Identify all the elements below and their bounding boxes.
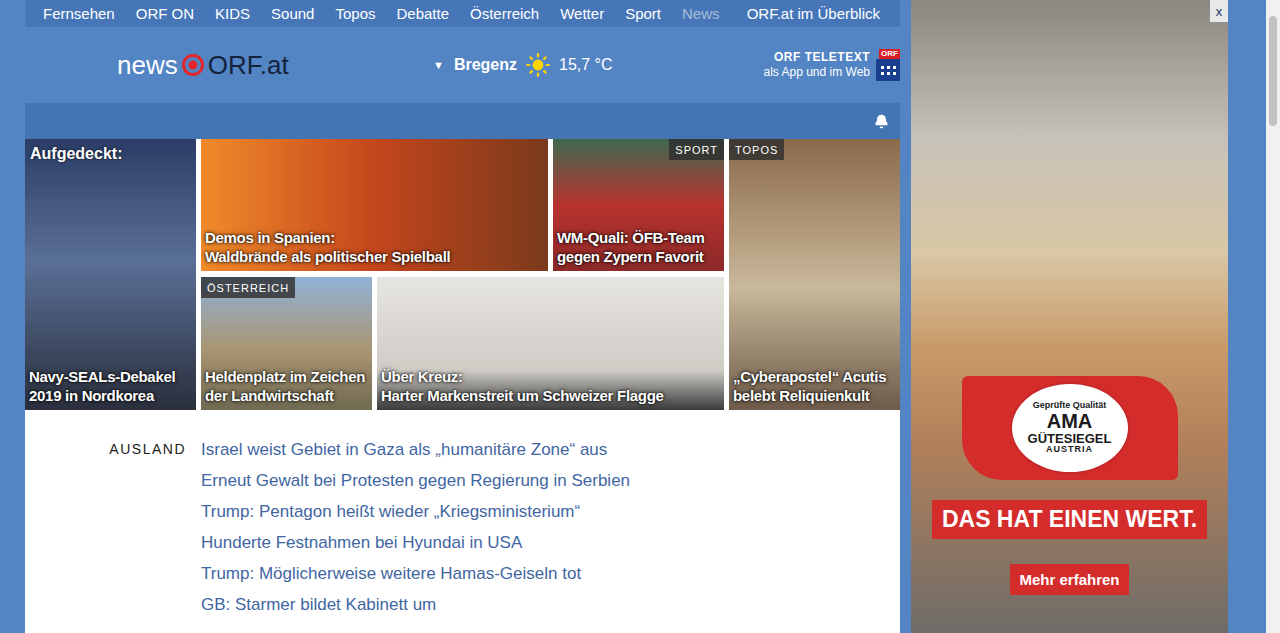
section-label: AUSLAND [25,434,201,620]
logo-prefix: news [117,50,178,81]
teletext-link[interactable]: ORF TELETEXTals App und im WebORF [763,49,900,81]
logo-brand: ORF.at [208,50,289,81]
seal-oval: Geprüfte QualitätAMAGÜTESIEGELAUSTRIA [1010,382,1130,474]
news-section: AUSLANDIsrael weist Gebiet in Gaza als „… [25,434,900,620]
teaser-caption: Demos in Spanien:Waldbrände als politisc… [205,228,544,266]
news-link-list: Israel weist Gebiet in Gaza als „humanit… [201,434,900,620]
bell-icon[interactable] [874,114,889,129]
scrollbar-thumb[interactable] [1269,16,1277,126]
ad-slogan: DAS HAT EINEN WERT. [932,500,1207,539]
teaser-grid: Aufgedeckt: Navy-SEALs-Debakel2019 in Nor… [25,139,900,410]
scrollbar[interactable] [1266,0,1280,633]
teaser-tile[interactable]: SPORT WM-Quali: ÖFB-Teamgegen Zypern Favo… [553,139,724,271]
news-sections: AUSLANDIsrael weist Gebiet in Gaza als „… [25,410,900,633]
top-nav: Fernsehen ORF ON KIDS Sound Topos Debatte Öste… [25,0,900,27]
teaser-tile[interactable]: ÖSTERREICH Heldenplatz im Zeichender Land… [201,277,372,410]
nav-item[interactable]: Wetter [560,5,604,22]
ama-seal: Geprüfte QualitätAMAGÜTESIEGELAUSTRIA [962,376,1178,480]
teaser-caption: Heldenplatz im Zeichender Landwirtschaft [205,367,368,405]
weather-widget[interactable]: ▼ Bregenz 15,7 °C [433,52,613,78]
nav-item[interactable]: ORF ON [136,5,194,22]
teletext-text: ORF TELETEXTals App und im Web [763,50,870,80]
teaser-tile[interactable]: Über Kreuz:Harter Markenstreit um Schwei… [377,277,724,410]
nav-item[interactable]: KIDS [215,5,250,22]
sun-icon [525,52,551,78]
page: Fernsehen ORF ON KIDS Sound Topos Debatte Öste… [0,0,1280,633]
news-link[interactable]: Erneut Gewalt bei Protesten gegen Regier… [201,465,900,496]
news-link[interactable]: Israel weist Gebiet in Gaza als „humanit… [201,434,900,465]
nav-overview-link[interactable]: ORF.at im Überblick [747,5,880,22]
site-logo[interactable]: news ORF.at [25,50,433,81]
teaser-tile[interactable]: TOPOS „Cyberapostel“ Acutisbelebt Reliqui… [729,139,900,410]
teaser-tag: ÖSTERREICH [201,277,295,298]
news-link[interactable]: Trump: Möglicherweise weitere Hamas-Geis… [201,558,900,589]
news-link[interactable]: GB: Starmer bildet Kabinett um [201,589,900,620]
orf-eye-icon [181,53,205,77]
weather-toggle[interactable]: ▼ [433,59,444,71]
teaser-caption: WM-Quali: ÖFB-Teamgegen Zypern Favorit [557,228,720,266]
nav-item[interactable]: Debatte [396,5,449,22]
teaser-tag: SPORT [669,139,724,160]
nav-item[interactable]: Fernsehen [43,5,115,22]
teaser-tile[interactable]: Demos in Spanien:Waldbrände als politisc… [201,139,548,271]
teaser-caption: Über Kreuz:Harter Markenstreit um Schwei… [381,367,720,405]
nav-item[interactable]: Sport [625,5,661,22]
teaser-tile[interactable]: Aufgedeckt: Navy-SEALs-Debakel2019 in Nor… [25,139,196,410]
weather-location: Bregenz [454,56,517,74]
nav-item[interactable]: Sound [271,5,314,22]
weather-temperature: 15,7 °C [559,56,613,74]
nav-item[interactable]: Topos [335,5,375,22]
teaser-caption: Navy-SEALs-Debakel2019 in Nordkorea [29,367,192,405]
teaser-kicker: Aufgedeckt: [30,145,122,163]
teletext-icon: ORF [876,49,900,81]
main-column: Fernsehen ORF ON KIDS Sound Topos Debatte Öste… [25,0,900,633]
nav-item[interactable]: News [682,5,720,22]
teaser-caption: „Cyberapostel“ Acutisbelebt Reliquienkul… [733,367,896,405]
teaser-tag: TOPOS [729,139,784,160]
news-link[interactable]: Trump: Pentagon heißt wieder „Kriegsmini… [201,496,900,527]
news-link[interactable]: Hunderte Festnahmen bei Hyundai in USA [201,527,900,558]
sub-bar [25,103,900,139]
nav-item[interactable]: Österreich [470,5,539,22]
ad-banner[interactable]: x Geprüfte QualitätAMAGÜTESIEGELAUSTRIA DA… [911,0,1228,633]
ad-close-button[interactable]: x [1210,0,1228,22]
site-header: news ORF.at ▼ Bregenz 15,7 °C ORF TELETEXTals… [25,27,900,103]
ad-more-button[interactable]: Mehr erfahren [1010,564,1128,595]
